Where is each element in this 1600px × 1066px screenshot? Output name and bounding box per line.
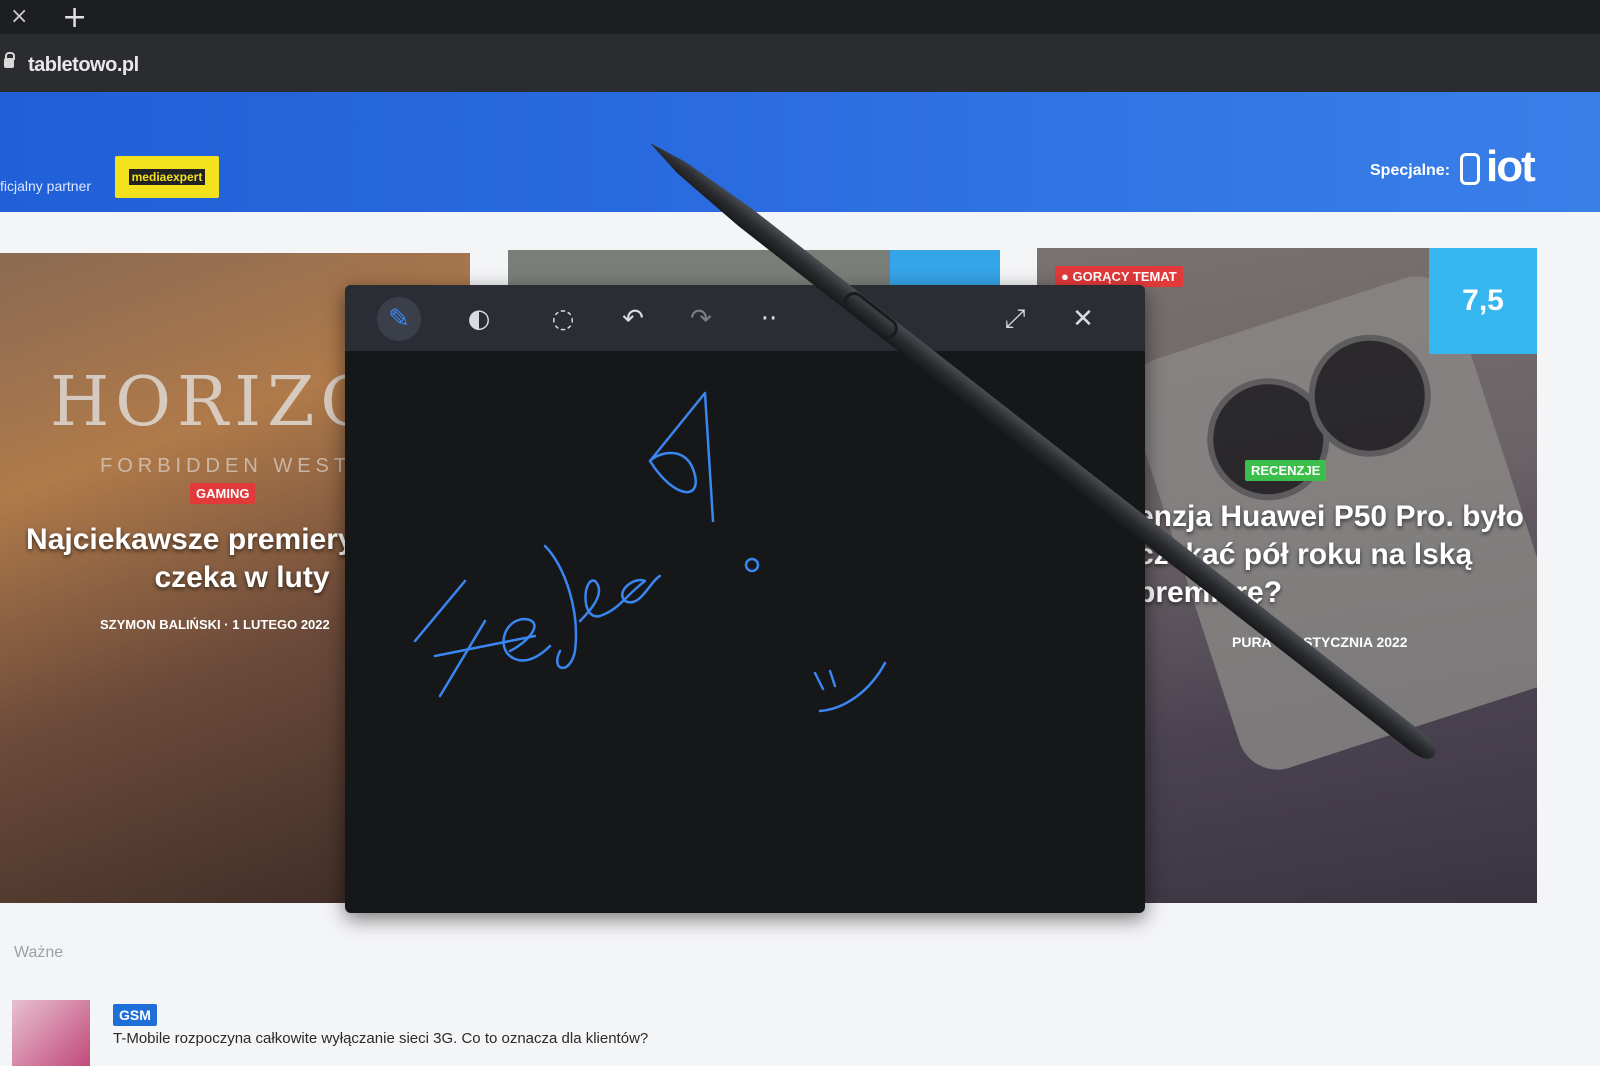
iot-logo-text: iot (1486, 142, 1536, 191)
article-card-middle-score (890, 250, 1000, 290)
review-score: 7,5 (1429, 248, 1537, 354)
url-text[interactable]: tabletowo.pl (28, 54, 139, 77)
close-button[interactable]: ✕ (1061, 297, 1105, 341)
redo-icon: ↷ (690, 304, 712, 334)
ink-stroke (813, 669, 837, 691)
close-icon: ✕ (1072, 304, 1094, 334)
iot-logo[interactable]: iot (1460, 142, 1536, 192)
note-toolbar: ✎ ◐ ◌ ↶ ↷ ·· ⤢ ✕ (345, 285, 1145, 351)
new-tab-icon[interactable]: + (62, 0, 87, 35)
meta-separator: · (224, 617, 233, 632)
undo-button[interactable]: ↶ (611, 297, 655, 341)
important-section-label: Ważne (14, 944, 64, 961)
expand-icon: ⤢ (1004, 303, 1026, 334)
more-button[interactable]: ·· (747, 297, 791, 341)
ink-dot (744, 557, 760, 573)
article-meta: SZYMON BALIŃSKI · 1 LUTEGO 2022 (100, 617, 330, 632)
expand-button[interactable]: ⤢ (993, 297, 1037, 341)
horizon-art-subtitle: FORBIDDEN WEST (100, 455, 352, 477)
category-badge[interactable]: GAMING (190, 483, 256, 504)
site-header: ficjalny partner mediaexpert Specjalne: … (0, 92, 1600, 212)
redo-button[interactable]: ↷ (679, 297, 723, 341)
ink-stroke (438, 619, 487, 698)
article-author[interactable]: SZYMON BALIŃSKI (100, 617, 221, 632)
ink-stroke (648, 391, 715, 523)
close-tab-icon[interactable]: × (10, 4, 28, 29)
pen-icon: ✎ (388, 304, 410, 334)
ink-stroke (413, 579, 467, 643)
partner-label: ficjalny partner (0, 178, 92, 194)
lock-icon (4, 52, 15, 68)
note-panel[interactable]: ✎ ◐ ◌ ↶ ↷ ·· ⤢ ✕ (345, 285, 1145, 913)
fire-icon: ● (1061, 269, 1073, 284)
news-title[interactable]: T-Mobile rozpoczyna całkowite wyłączanie… (113, 1030, 648, 1047)
news-thumbnail[interactable] (12, 1000, 90, 1066)
special-label: Specjalne: (1370, 162, 1451, 179)
browser-tab-bar: × + (0, 0, 1600, 35)
handwriting-strokes (413, 391, 887, 713)
horizon-art-title: HORIZO (50, 363, 383, 442)
ink-stroke (648, 451, 697, 494)
eraser-icon: ◐ (467, 304, 491, 334)
ink-stroke (543, 544, 578, 670)
category-badge[interactable]: GSM (113, 1004, 157, 1026)
category-badge[interactable]: RECENZJE (1245, 460, 1327, 481)
mediaexpert-logo-text: mediaexpert (128, 169, 206, 185)
hot-topic-label: GORĄCY TEMAT (1072, 269, 1177, 284)
lasso-icon: ◌ (551, 304, 575, 334)
mediaexpert-logo[interactable]: mediaexpert (115, 156, 219, 198)
iot-box-icon (1460, 153, 1480, 186)
address-bar[interactable]: tabletowo.pl (0, 34, 1600, 92)
ink-stroke (578, 574, 662, 623)
more-icon: ·· (760, 304, 778, 334)
undo-icon: ↶ (622, 304, 644, 334)
pen-tool-button[interactable]: ✎ (377, 297, 421, 341)
article-date: 1 LUTEGO 2022 (232, 617, 330, 632)
lasso-tool-button[interactable]: ◌ (541, 297, 585, 341)
hot-topic-badge[interactable]: ● GORĄCY TEMAT (1055, 266, 1183, 287)
eraser-tool-button[interactable]: ◐ (457, 297, 501, 341)
